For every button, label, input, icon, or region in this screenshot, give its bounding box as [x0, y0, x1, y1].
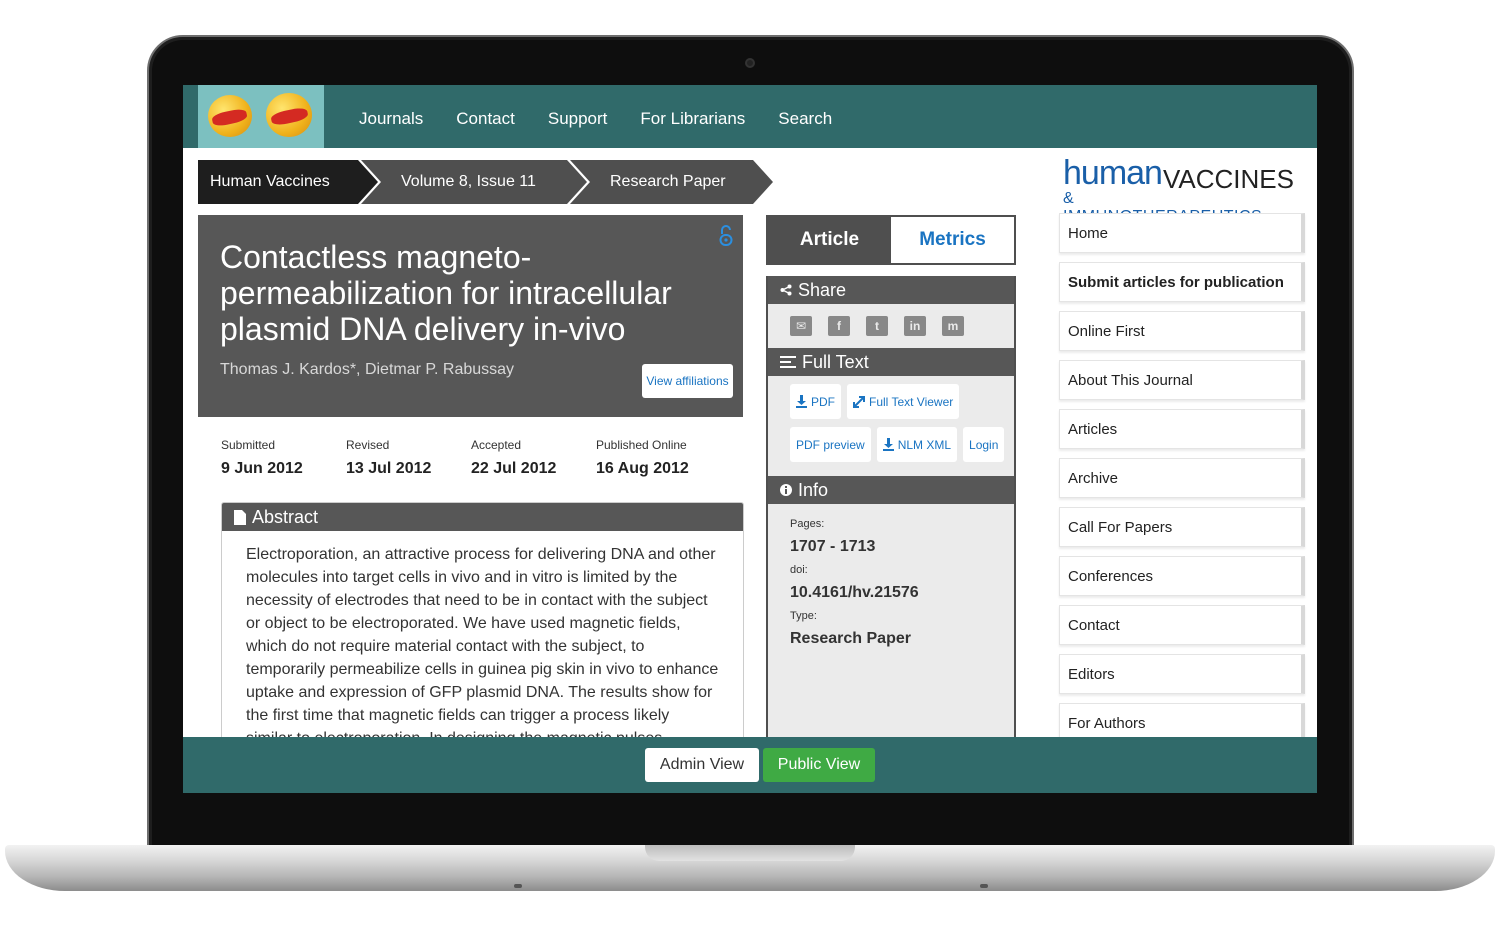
brand-human: human	[1063, 154, 1163, 192]
sidebar-item-articles[interactable]: Articles	[1059, 409, 1305, 449]
sidebar-item-home[interactable]: Home	[1059, 213, 1305, 253]
screen: Journals Contact Support For Librarians …	[183, 85, 1317, 793]
date-submitted: Submitted 9 Jun 2012	[221, 438, 346, 478]
date-value: 22 Jul 2012	[471, 460, 557, 477]
sidebar-item-call-for-papers[interactable]: Call For Papers	[1059, 507, 1305, 547]
sidebar-item-contact[interactable]: Contact	[1059, 605, 1305, 645]
article-dates: Submitted 9 Jun 2012 Revised 13 Jul 2012…	[221, 438, 721, 478]
date-value: 13 Jul 2012	[346, 460, 432, 477]
journal-sidebar: Home Submit articles for publication Onl…	[1059, 213, 1305, 752]
sidebar-item-about[interactable]: About This Journal	[1059, 360, 1305, 400]
nav-search[interactable]: Search	[778, 109, 832, 129]
document-icon	[234, 509, 246, 525]
tab-article[interactable]: Article	[768, 217, 891, 263]
nav-links: Journals Contact Support For Librarians …	[359, 109, 832, 129]
fulltext-heading: Full Text	[802, 351, 869, 372]
download-icon	[882, 438, 894, 451]
abstract-heading: Abstract	[252, 506, 319, 527]
journal-logo[interactable]	[198, 85, 324, 148]
login-button[interactable]: Login	[963, 427, 1005, 462]
date-label: Published Online	[596, 438, 687, 452]
nlm-xml-button[interactable]: NLM XML	[876, 427, 958, 462]
date-value: 9 Jun 2012	[221, 460, 303, 477]
pdf-preview-label: PDF preview	[796, 437, 865, 452]
date-published: Published Online 16 Aug 2012	[596, 438, 721, 478]
full-text-viewer-label: Full Text Viewer	[869, 394, 954, 409]
type-value: Research Paper	[790, 630, 911, 647]
pdf-preview-button[interactable]: PDF preview	[790, 427, 871, 462]
doi-value[interactable]: 10.4161/hv.21576	[790, 584, 992, 602]
sidebar-item-archive[interactable]: Archive	[1059, 458, 1305, 498]
twitter-icon[interactable]: t	[866, 316, 888, 336]
date-value: 16 Aug 2012	[596, 460, 689, 477]
info-block: Pages: 1707 - 1713 doi: 10.4161/hv.21576…	[768, 504, 1014, 658]
page-content: Human Vaccines Volume 8, Issue 11 Resear…	[183, 148, 1317, 762]
laptop-foot	[514, 884, 522, 888]
info-heading: Info	[798, 479, 829, 500]
email-icon[interactable]: ✉	[790, 316, 812, 336]
top-navigation: Journals Contact Support For Librarians …	[183, 85, 1317, 148]
fulltext-buttons: PDF Full Text Viewer PDF preview NLM XML…	[768, 376, 1008, 462]
camera	[745, 58, 755, 68]
expand-icon	[853, 395, 865, 408]
abstract-panel: Abstract Electroporation, an attractive …	[221, 502, 744, 762]
egg-icon	[208, 95, 252, 137]
nav-for-librarians[interactable]: For Librarians	[640, 109, 745, 129]
share-icon	[780, 284, 792, 296]
login-label: Login	[969, 437, 999, 452]
abstract-header: Abstract	[222, 503, 743, 531]
article-header: Contactless magneto-permeabilization for…	[198, 215, 743, 417]
breadcrumb: Human Vaccines Volume 8, Issue 11 Resear…	[198, 160, 773, 204]
public-view-button[interactable]: Public View	[763, 748, 875, 782]
view-affiliations-button[interactable]: View affiliations	[642, 364, 733, 398]
type-label: Type:	[790, 610, 817, 622]
breadcrumb-type[interactable]: Research Paper	[570, 160, 773, 204]
date-accepted: Accepted 22 Jul 2012	[471, 438, 596, 478]
laptop-notch	[645, 845, 855, 861]
mendeley-icon[interactable]: m	[942, 316, 964, 336]
nav-support[interactable]: Support	[548, 109, 608, 129]
full-text-viewer-button[interactable]: Full Text Viewer	[847, 384, 960, 419]
tab-metrics[interactable]: Metrics	[891, 217, 1014, 263]
article-title: Contactless magneto-permeabilization for…	[220, 239, 672, 347]
nlm-xml-label: NLM XML	[897, 437, 952, 452]
info-header: Info	[768, 476, 1014, 504]
date-revised: Revised 13 Jul 2012	[346, 438, 471, 478]
view-tabs: Article Metrics	[766, 215, 1016, 265]
share-icons: ✉ f t in m	[768, 304, 1014, 348]
sidebar-item-conferences[interactable]: Conferences	[1059, 556, 1305, 596]
pages-label: Pages:	[790, 518, 825, 530]
abstract-text: Electroporation, an attractive process f…	[246, 546, 719, 747]
pages-value: 1707 - 1713	[790, 538, 876, 555]
view-switch-bar: Admin View Public View	[183, 737, 1317, 793]
date-label: Submitted	[221, 438, 276, 452]
breadcrumb-issue[interactable]: Volume 8, Issue 11	[361, 160, 590, 204]
list-icon	[780, 356, 796, 368]
admin-view-button[interactable]: Admin View	[645, 748, 759, 782]
facebook-icon[interactable]: f	[828, 316, 850, 336]
pdf-download-button[interactable]: PDF	[790, 384, 841, 419]
open-access-icon	[719, 225, 733, 246]
fulltext-header: Full Text	[768, 348, 1014, 376]
laptop-foot	[980, 884, 988, 888]
share-header: Share	[768, 276, 1014, 304]
sidebar-item-editors[interactable]: Editors	[1059, 654, 1305, 694]
article-authors[interactable]: Thomas J. Kardos*, Dietmar P. Rabussay	[220, 361, 514, 379]
share-heading: Share	[798, 279, 847, 300]
journal-brand-logo[interactable]: human VACCINES & IMMUNOTHERAPEUTICS	[1063, 154, 1294, 225]
article-tools-panel: Share ✉ f t in m Full Text PDF Full Text…	[766, 276, 1016, 746]
pdf-label: PDF	[811, 394, 835, 409]
info-icon	[780, 484, 792, 496]
doi-label: doi:	[790, 564, 808, 576]
date-label: Accepted	[471, 438, 522, 452]
download-icon	[796, 395, 807, 408]
date-label: Revised	[346, 438, 390, 452]
egg-icon	[266, 93, 312, 137]
linkedin-icon[interactable]: in	[904, 316, 926, 336]
nav-contact[interactable]: Contact	[456, 109, 515, 129]
breadcrumb-journal[interactable]: Human Vaccines	[198, 160, 381, 204]
sidebar-item-submit[interactable]: Submit articles for publication	[1059, 262, 1305, 302]
nav-journals[interactable]: Journals	[359, 109, 423, 129]
sidebar-item-online-first[interactable]: Online First	[1059, 311, 1305, 351]
